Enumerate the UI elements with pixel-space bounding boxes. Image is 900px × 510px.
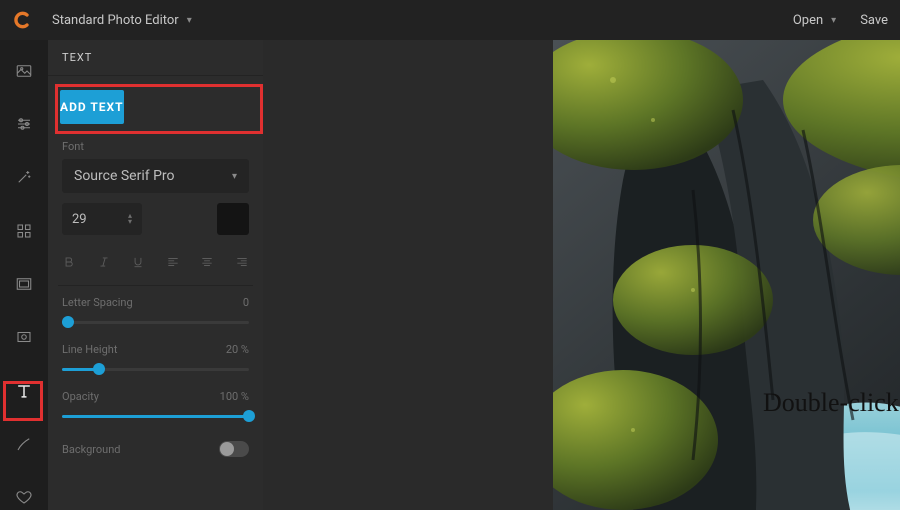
text-panel: TEXT ADD TEXT Font Source Serif Pro ▾ 29… (48, 40, 263, 510)
line-height-slider[interactable] (62, 362, 249, 376)
font-size-value: 29 (72, 212, 87, 227)
adjust-icon (15, 115, 33, 133)
italic-button[interactable] (97, 253, 112, 271)
overlay-tool[interactable] (10, 325, 38, 350)
opacity-control: Opacity 100 % (48, 380, 263, 427)
opacity-slider[interactable] (62, 409, 249, 423)
chevron-down-icon: ▾ (187, 15, 192, 26)
align-center-button[interactable] (200, 253, 215, 271)
letter-spacing-label: Letter Spacing (62, 296, 133, 309)
stepper-icon[interactable]: ▴▾ (128, 213, 132, 225)
text-tool[interactable] (10, 378, 38, 403)
overlay-icon (15, 328, 33, 346)
align-right-button[interactable] (235, 253, 250, 271)
elements-tool[interactable] (10, 218, 38, 243)
opacity-value: 100 % (220, 390, 249, 403)
bold-button[interactable] (62, 253, 77, 271)
format-row (58, 241, 253, 286)
line-height-control: Line Height 20 % (48, 333, 263, 380)
align-left-button[interactable] (166, 253, 181, 271)
workspace[interactable]: Double-click t (263, 40, 900, 510)
image-icon (15, 62, 33, 80)
tool-rail (0, 40, 48, 510)
underline-button[interactable] (131, 253, 146, 271)
letter-spacing-slider[interactable] (62, 315, 249, 329)
image-tool[interactable] (10, 58, 38, 83)
font-label: Font (62, 140, 249, 153)
favorites-tool[interactable] (10, 485, 38, 510)
background-toggle[interactable] (219, 441, 249, 457)
text-color-swatch[interactable] (217, 203, 249, 235)
effects-tool[interactable] (10, 165, 38, 190)
adjust-tool[interactable] (10, 111, 38, 136)
add-text-button[interactable]: ADD TEXT (60, 90, 124, 124)
frame-icon (15, 275, 33, 293)
opacity-label: Opacity (62, 390, 99, 403)
top-bar: Standard Photo Editor ▾ Open ▾ Save (0, 0, 900, 40)
save-label: Save (860, 13, 888, 28)
chevron-down-icon: ▾ (831, 15, 836, 26)
editor-mode-dropdown[interactable]: Standard Photo Editor ▾ (52, 13, 192, 28)
letter-spacing-value: 0 (243, 296, 249, 309)
brush-icon (15, 435, 33, 453)
heart-icon (15, 488, 33, 506)
panel-header: TEXT (48, 40, 263, 76)
background-label: Background (62, 443, 120, 456)
open-menu[interactable]: Open ▾ (793, 13, 836, 28)
magic-icon (15, 168, 33, 186)
grid-icon (15, 222, 33, 240)
line-height-label: Line Height (62, 343, 117, 356)
editor-mode-label: Standard Photo Editor (52, 13, 179, 28)
app-logo-icon (12, 10, 32, 30)
font-value: Source Serif Pro (74, 168, 175, 184)
chevron-down-icon: ▾ (232, 171, 237, 182)
text-icon (14, 381, 34, 401)
draw-tool[interactable] (10, 431, 38, 456)
letter-spacing-control: Letter Spacing 0 (48, 286, 263, 333)
font-size-input[interactable]: 29 ▴▾ (62, 203, 142, 235)
line-height-value: 20 % (226, 343, 249, 356)
font-dropdown[interactable]: Source Serif Pro ▾ (62, 159, 249, 193)
frame-tool[interactable] (10, 271, 38, 296)
save-menu[interactable]: Save (860, 13, 888, 28)
text-element-placeholder[interactable]: Double-click t (763, 388, 900, 418)
open-label: Open (793, 13, 823, 28)
canvas-image[interactable]: Double-click t (553, 40, 900, 510)
